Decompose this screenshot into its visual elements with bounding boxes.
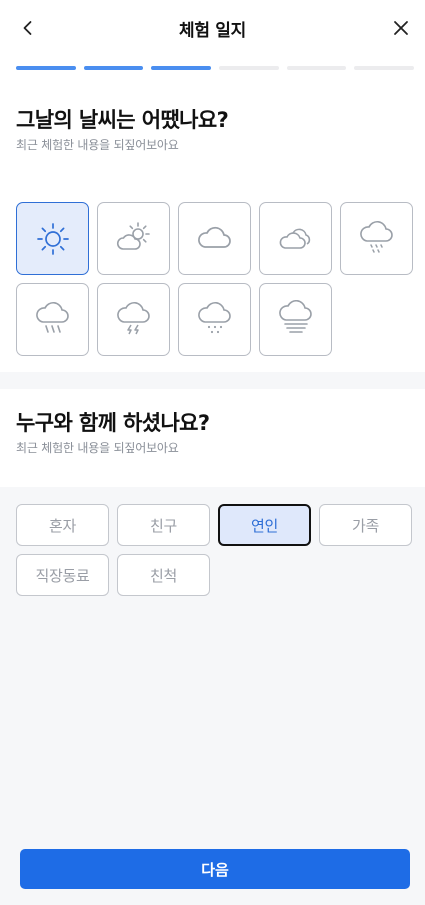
progress-step	[286, 66, 347, 70]
weather-option[interactable]	[97, 283, 170, 356]
progress-step	[83, 66, 144, 70]
weather-option[interactable]	[259, 202, 332, 275]
progress-step	[354, 66, 415, 70]
page-title: 체험 일지	[179, 21, 246, 41]
company-option[interactable]: 친척	[117, 554, 210, 596]
weather-subtitle: 최근 체험한 내용을 되짚어보아요	[16, 138, 179, 152]
company-option[interactable]: 가족	[319, 504, 412, 546]
weather-option[interactable]	[16, 202, 89, 275]
next-button[interactable]: 다음	[20, 849, 410, 889]
company-section-header: 누구와 함께 하셨나요? 최근 체험한 내용을 되짚어보아요	[0, 389, 425, 487]
company-options: 혼자 친구 연인 가족직장동료 친척	[0, 487, 425, 607]
progress-step	[219, 66, 279, 70]
weather-options	[0, 185, 425, 372]
weather-option[interactable]	[178, 283, 251, 356]
drizzle-icon	[359, 220, 393, 253]
weather-option[interactable]	[340, 202, 413, 275]
step-progress	[16, 66, 415, 70]
cloudy-icon	[279, 228, 310, 249]
progress-step	[16, 66, 76, 70]
rain-icon	[35, 301, 69, 333]
weather-option[interactable]	[178, 202, 251, 275]
thunderstorm-icon	[116, 301, 150, 334]
header: 체험 일지	[0, 0, 425, 92]
weather-option[interactable]	[97, 202, 170, 275]
weather-option[interactable]	[16, 283, 89, 356]
company-question: 누구와 함께 하셨나요?	[16, 411, 210, 435]
close-button[interactable]	[387, 14, 415, 42]
partly-cloudy-icon	[116, 221, 150, 250]
progress-step	[151, 66, 212, 70]
weather-section-header: 그날의 날씨는 어땠나요? 최근 체험한 내용을 되짚어보아요	[0, 92, 425, 185]
company-subtitle: 최근 체험한 내용을 되짚어보아요	[16, 441, 179, 455]
company-option[interactable]: 친구	[117, 504, 210, 546]
sun-icon	[36, 222, 69, 255]
company-option[interactable]: 혼자	[16, 504, 109, 546]
close-icon	[394, 21, 408, 35]
weather-option[interactable]	[259, 283, 332, 356]
fog-icon	[278, 299, 312, 333]
cloud-icon	[197, 226, 231, 248]
snow-icon	[197, 301, 231, 333]
weather-question: 그날의 날씨는 어땠나요?	[16, 108, 229, 132]
company-option[interactable]: 연인	[218, 504, 311, 546]
company-option[interactable]: 직장동료	[16, 554, 109, 596]
